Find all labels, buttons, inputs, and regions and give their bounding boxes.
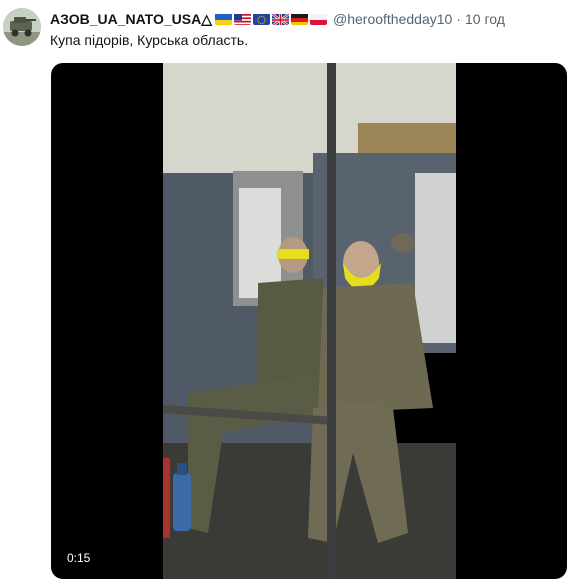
flag-ukraine-icon bbox=[215, 13, 232, 25]
flag-uk-icon bbox=[272, 13, 289, 25]
avatar-vehicle-icon bbox=[3, 8, 41, 46]
flag-germany-icon bbox=[291, 13, 308, 25]
flag-usa-icon bbox=[234, 13, 251, 25]
video-timestamp: 0:15 bbox=[67, 551, 91, 565]
video-player[interactable]: 0:15 bbox=[51, 63, 567, 579]
tweet-text: Купа підорів, Курська область. bbox=[50, 32, 249, 48]
tweet-header: АЗОВ_UA_NATO_USA △ @heroofthedday10 · 10… bbox=[50, 10, 505, 28]
author-flags bbox=[215, 13, 327, 25]
video-frame bbox=[163, 63, 456, 579]
author-name-suffix: △ bbox=[201, 10, 212, 27]
author-name[interactable]: АЗОВ_UA_NATO_USA bbox=[50, 11, 201, 27]
tweet-time[interactable]: 10 год bbox=[465, 11, 505, 27]
tweet-card[interactable]: АЗОВ_UA_NATO_USA △ @heroofthedday10 · 10… bbox=[0, 0, 574, 584]
avatar[interactable] bbox=[3, 8, 41, 46]
author-handle[interactable]: @heroofthedday10 bbox=[333, 11, 452, 27]
flag-poland-icon bbox=[310, 13, 327, 25]
flag-eu-icon bbox=[253, 13, 270, 25]
time-separator: · bbox=[456, 11, 461, 27]
